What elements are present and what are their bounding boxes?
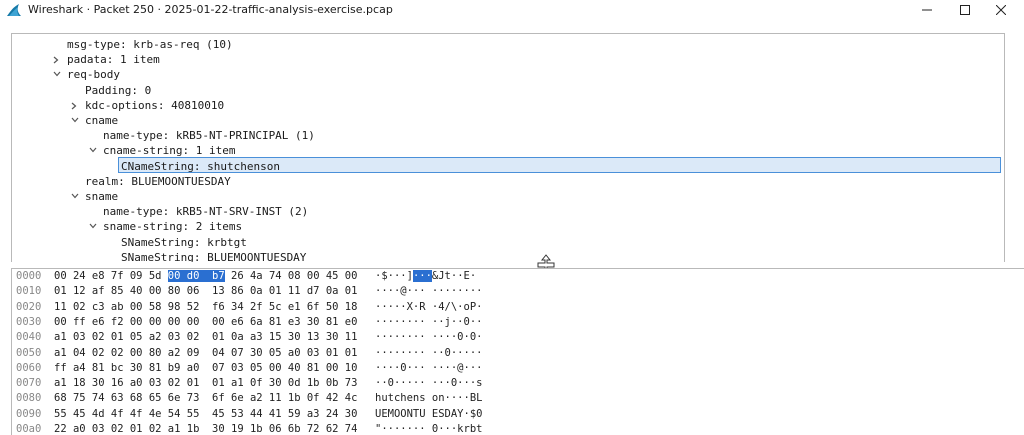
hex-row[interactable]: 0000 00 24 e8 7f 09 5d 00 d0 b7 26 4a 74 … [12, 269, 612, 284]
hex-ascii-highlight: ··· [412, 270, 432, 282]
minimize-icon [922, 9, 932, 11]
tree-row-label: msg-type: krb-as-req (10) [67, 38, 233, 51]
tree-row[interactable]: realm: BLUEMOONTUESDAY [12, 174, 992, 189]
tree-row[interactable]: padata: 1 item [12, 52, 992, 67]
hex-offset: 0020 [16, 300, 42, 313]
tree-row-label: req-body [67, 68, 120, 82]
hex-row[interactable]: 00a0 22 a0 03 02 01 02 a1 1b 30 19 1b 06 … [12, 422, 612, 435]
hex-bytes: 00 24 e8 7f 09 5d 00 d0 b7 26 4a 74 08 0… [54, 269, 357, 284]
hex-offset: 0010 [16, 285, 42, 298]
hex-offset: 0060 [16, 361, 42, 374]
tree-row[interactable]: SNameString: krbtgt [12, 235, 992, 250]
tree-row-label: cname-string: 1 item [103, 144, 236, 158]
tree-row[interactable]: cname [12, 113, 992, 128]
hex-ascii: ········ ····0·0· [375, 331, 483, 344]
hex-row[interactable]: 0020 11 02 c3 ab 00 58 98 52 f6 34 2f 5c … [12, 300, 612, 315]
hex-bytes: 00 ff e6 f2 00 00 00 00 00 e6 6a 81 e3 3… [54, 315, 358, 328]
hex-ascii: ·$···]···&Jt··E· [375, 269, 476, 284]
hex-ascii: hutchens on····BL [375, 392, 483, 405]
tree-row-label: kdc-options: 40810010 [85, 98, 225, 112]
tree-row[interactable]: sname-string: 2 items [12, 219, 992, 234]
packet-bytes-pane[interactable]: 0000 00 24 e8 7f 09 5d 00 d0 b7 26 4a 74 … [11, 268, 1024, 435]
hex-offset: 0070 [16, 377, 42, 390]
hex-offset: 0080 [16, 392, 42, 405]
title-bar: Wireshark · Packet 250 · 2025-01-22-traf… [0, 0, 1024, 20]
hex-offset: 0050 [16, 346, 42, 359]
hex-row[interactable]: 0090 55 45 4d 4f 4f 4e 54 55 45 53 44 41 … [12, 407, 612, 422]
window-title: Wireshark · Packet 250 · 2025-01-22-traf… [28, 3, 393, 16]
tree-row-label: sname-string: 2 items [103, 220, 243, 234]
hex-bytes: ff a4 81 bc 30 81 b9 a0 07 03 05 00 40 8… [54, 361, 358, 374]
hex-row[interactable]: 0060 ff a4 81 bc 30 81 b9 a0 07 03 05 00 … [12, 361, 612, 376]
close-button[interactable] [978, 0, 1024, 20]
chevron-down-icon[interactable] [87, 143, 99, 158]
maximize-icon [960, 5, 970, 15]
tree-row-label: cname [85, 114, 119, 127]
hex-offset: 0000 [16, 270, 42, 282]
tree-row-label: sname [85, 190, 119, 203]
hex-ascii-part: &Jt··E· [431, 270, 477, 282]
hex-row[interactable]: 0050 a1 04 02 02 00 80 a2 09 04 07 30 05 … [12, 346, 612, 361]
hex-bytes: 55 45 4d 4f 4f 4e 54 55 45 53 44 41 59 a… [54, 407, 358, 420]
hex-ascii: ········ ··j··0·· [375, 315, 483, 328]
chevron-down-icon[interactable] [69, 189, 81, 204]
hex-ascii: ·····X·R ·4/\·oP· [375, 300, 483, 313]
hex-ascii: ····0··· ····@··· [375, 361, 483, 374]
chevron-right-icon[interactable] [69, 98, 81, 113]
tree-row[interactable]: Padding: 0 [12, 83, 992, 98]
hex-bytes: 11 02 c3 ab 00 58 98 52 f6 34 2f 5c e1 6… [54, 300, 358, 313]
wireshark-fin-icon [7, 4, 21, 16]
tree-row-label: name-type: kRB5-NT-SRV-INST (2) [103, 205, 309, 219]
tree-row[interactable]: name-type: kRB5-NT-PRINCIPAL (1) [12, 128, 992, 143]
tree-row-label: name-type: kRB5-NT-PRINCIPAL (1) [103, 129, 315, 143]
hex-bytes: 22 a0 03 02 01 02 a1 1b 30 19 1b 06 6b 7… [54, 423, 358, 435]
hex-row[interactable]: 0080 68 75 74 63 68 65 6e 73 6f 6e a2 11 … [12, 391, 612, 406]
chevron-right-icon[interactable] [51, 52, 63, 67]
hex-bytes: a1 18 30 16 a0 03 02 01 01 a1 0f 30 0d 1… [54, 377, 358, 390]
tree-row-label: SNameString: krbtgt [121, 235, 247, 249]
hex-ascii: ··0····· ···0···s [375, 377, 483, 390]
tree-row[interactable]: CNameString: shutchenson [12, 159, 992, 174]
hex-bytes: 68 75 74 63 68 65 6e 73 6f 6e a2 11 1b 0… [54, 392, 358, 405]
hex-bytes: a1 04 02 02 00 80 a2 09 04 07 30 05 a0 0… [54, 346, 358, 359]
tree-row-label: Padding: 0 [85, 83, 152, 97]
chevron-down-icon[interactable] [69, 113, 81, 128]
hex-offset: 0040 [16, 331, 42, 344]
hex-row[interactable]: 0070 a1 18 30 16 a0 03 02 01 01 a1 0f 30 … [12, 376, 612, 391]
tree-row-label: realm: BLUEMOONTUESDAY [85, 174, 231, 188]
hex-ascii: "······· 0···krbt [375, 423, 483, 435]
hex-ascii: ········ ··0····· [375, 346, 483, 359]
tree-row[interactable]: req-body [12, 67, 992, 82]
hex-row[interactable]: 0030 00 ff e6 f2 00 00 00 00 00 e6 6a 81 … [12, 315, 612, 330]
tree-row[interactable]: name-type: kRB5-NT-SRV-INST (2) [12, 204, 992, 219]
tree-row[interactable]: msg-type: krb-as-req (10) [12, 37, 992, 52]
hex-row[interactable]: 0010 01 12 af 85 40 00 80 06 13 86 0a 01 … [12, 284, 612, 299]
chevron-down-icon[interactable] [87, 219, 99, 234]
tree-row[interactable]: cname-string: 1 item [12, 143, 992, 158]
hex-offset: 0090 [16, 407, 42, 420]
hex-offset: 00a0 [16, 423, 42, 435]
hex-ascii: UEMOONTU ESDAY·$0 [375, 407, 483, 420]
tree-row-label: padata: 1 item [67, 53, 160, 67]
hex-bytes-highlight: 00 d0 b7 [167, 270, 225, 282]
hex-ascii-part: ·$···] [375, 270, 413, 282]
hex-row[interactable]: 0040 a1 03 02 01 05 a2 03 02 01 0a a3 15 … [12, 330, 612, 345]
hex-ascii: ····@··· ········ [375, 285, 483, 298]
chevron-down-icon[interactable] [51, 67, 63, 82]
hex-offset: 0030 [16, 315, 42, 328]
hex-bytes-part: 00 24 e8 7f 09 5d [54, 270, 168, 282]
hex-bytes-part: 26 4a 74 08 00 45 00 [224, 270, 358, 282]
tree-row-label: CNameString: shutchenson [121, 159, 280, 173]
tree-row[interactable]: kdc-options: 40810010 [12, 98, 992, 113]
tree-row[interactable]: sname [12, 189, 992, 204]
hex-bytes: a1 03 02 01 05 a2 03 02 01 0a a3 15 30 1… [54, 331, 358, 344]
packet-details-tree[interactable]: msg-type: krb-as-req (10) padata: 1 item r… [11, 33, 1005, 264]
hex-bytes: 01 12 af 85 40 00 80 06 13 86 0a 01 11 d… [54, 285, 358, 298]
close-icon [996, 5, 1006, 15]
